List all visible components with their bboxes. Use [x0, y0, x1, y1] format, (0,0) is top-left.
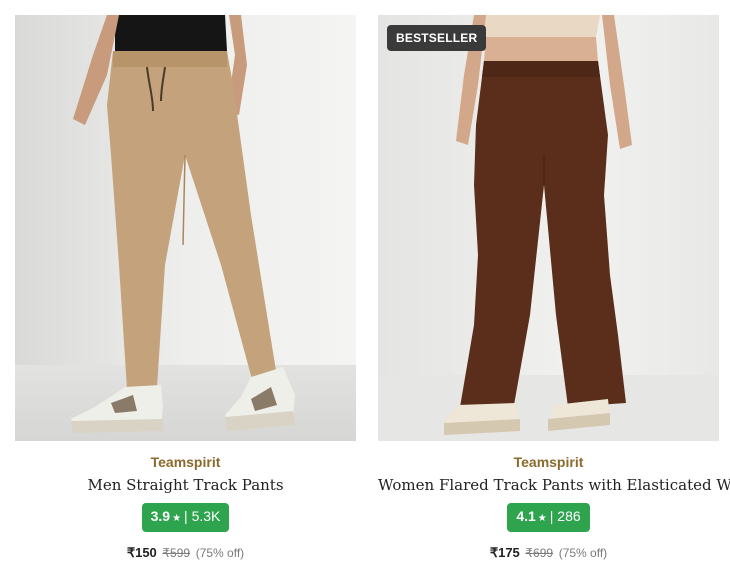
product-name[interactable]: Men Straight Track Pants	[15, 476, 356, 494]
discount-label: (75% off)	[558, 546, 608, 560]
product-image-men-track-pants[interactable]	[15, 15, 356, 441]
review-count: 5.3K	[191, 508, 221, 524]
product-brand[interactable]: Teamspirit	[378, 454, 719, 470]
rating-separator: |	[549, 508, 554, 524]
product-name[interactable]: Women Flared Track Pants with Elasticate…	[378, 476, 730, 494]
star-icon: ★	[172, 513, 182, 524]
rating-separator: |	[184, 508, 188, 524]
product-card[interactable]: BESTSELLER Teamspirit Women Flared Track…	[378, 15, 730, 561]
rating-badge: 3.9 ★ | 5.3K	[141, 503, 230, 532]
rating-value: 3.9	[150, 508, 171, 524]
bestseller-badge: BESTSELLER	[387, 25, 487, 51]
product-image-women-flared-pants[interactable]: BESTSELLER	[378, 15, 719, 441]
original-price: ₹699	[525, 546, 554, 560]
product-brand[interactable]: Teamspirit	[15, 454, 356, 470]
product-photo	[378, 15, 719, 441]
product-card[interactable]: Teamspirit Men Straight Track Pants 3.9 ★…	[15, 15, 356, 561]
price-row: ₹150 ₹599 (75% off)	[15, 545, 356, 561]
selling-price: ₹175	[489, 545, 520, 560]
product-photo	[15, 15, 356, 441]
price-row: ₹175 ₹699 (75% off)	[378, 545, 719, 561]
review-count: 286	[557, 508, 581, 524]
selling-price: ₹150	[126, 545, 157, 560]
rating-value: 4.1	[516, 508, 536, 524]
rating-badge: 4.1 ★ | 286	[507, 503, 590, 532]
star-icon: ★	[537, 513, 547, 524]
discount-label: (75% off)	[195, 546, 245, 560]
original-price: ₹599	[162, 546, 191, 560]
